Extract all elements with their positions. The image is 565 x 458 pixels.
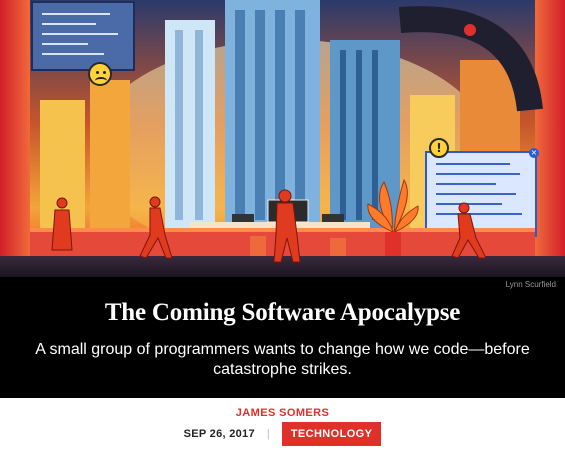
photo-credit: Lynn Scurfield bbox=[505, 280, 556, 289]
close-icon: × bbox=[529, 148, 539, 158]
section-tag-technology[interactable]: TECHNOLOGY bbox=[281, 422, 382, 446]
hero-illustration: ! × bbox=[0, 0, 565, 277]
publish-date: SEP 26, 2017 bbox=[183, 428, 255, 440]
sad-face-icon bbox=[88, 62, 112, 86]
article-header: ! × Lynn Scurfield The Coming Software A… bbox=[0, 0, 565, 458]
meta-separator: | bbox=[266, 428, 270, 440]
article-headline: The Coming Software Apocalypse bbox=[104, 299, 461, 326]
article-meta: SEP 26, 2017 | TECHNOLOGY bbox=[0, 422, 565, 446]
warning-icon: ! bbox=[429, 138, 449, 158]
article-subhead: A small group of programmers wants to ch… bbox=[35, 341, 530, 378]
author-link[interactable]: JAMES SOMERS bbox=[0, 407, 565, 419]
